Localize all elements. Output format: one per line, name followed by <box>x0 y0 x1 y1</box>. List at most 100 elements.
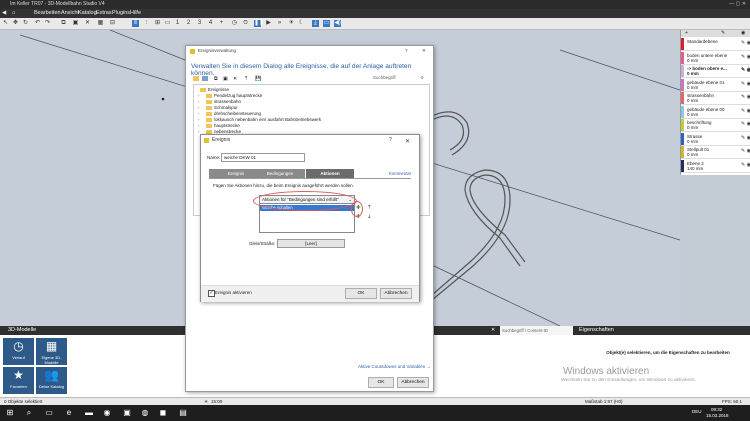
menu-ansicht[interactable]: Ansicht <box>61 9 79 18</box>
menu-hilfe[interactable]: Hilfe <box>130 9 141 18</box>
tile-favoriten[interactable]: ★ Favoriten <box>3 367 34 394</box>
home-icon[interactable]: ⌂ <box>12 9 15 18</box>
layer-row[interactable]: Standardebene ✎ ◉ <box>681 38 750 51</box>
stopwatch-icon[interactable]: ⏲ <box>242 20 249 27</box>
rotate-icon[interactable]: ↻ <box>22 20 29 27</box>
cursor-icon[interactable]: ↖ <box>2 20 9 27</box>
menu-bearbeiten[interactable]: Bearbeiten <box>34 9 61 18</box>
layer-row[interactable]: boden untere ebene 0 mm ✎ ◉ <box>681 51 750 65</box>
close-icon[interactable]: ✕ <box>422 46 426 56</box>
camera-add[interactable]: + <box>218 20 225 27</box>
layer-row[interactable]: Ebene 2 140 mm ✎ ◉ <box>681 159 750 173</box>
layer-row[interactable]: Stellpult 01 0 mm ✎ ◉ <box>681 146 750 159</box>
view-split-icon[interactable]: ⫶ <box>143 20 150 27</box>
pin-icon[interactable]: ✎ ◉ <box>741 135 750 141</box>
delete-icon[interactable]: ✕ <box>84 20 91 27</box>
cancel-button[interactable]: Abbrechen <box>380 288 412 299</box>
view-3d-icon[interactable]: ⫴ <box>132 20 139 27</box>
screen-icon[interactable]: ▭ <box>323 20 330 27</box>
fast-forward-icon[interactable]: » <box>276 20 283 27</box>
clock[interactable]: 09:32 <box>711 407 722 412</box>
sun-icon[interactable]: ☀ <box>288 20 295 27</box>
download-icon[interactable]: ⤓ <box>312 20 319 27</box>
language-indicator[interactable]: DEU <box>692 409 702 414</box>
copy-icon[interactable]: ⧉ <box>60 20 67 27</box>
search-icon[interactable]: ⌕ <box>421 75 424 81</box>
visibility-icon[interactable]: ◉ <box>741 30 745 36</box>
camera-1[interactable]: 1 <box>174 20 181 27</box>
sound-icon[interactable]: ◀) <box>334 20 341 27</box>
layer-row[interactable]: beschriftung 0 mm ✎ ◉ <box>681 119 750 132</box>
pin-icon[interactable]: ✎ ◉ <box>741 108 750 114</box>
windows-start-icon[interactable]: ⊞ <box>5 408 15 418</box>
layer-row[interactable]: strassenbahn 0 mm ✎ ◉ <box>681 92 750 105</box>
clock-icon[interactable]: ◷ <box>231 20 238 27</box>
delete-icon[interactable]: ✕ <box>233 76 237 82</box>
play-icon[interactable]: ▶ <box>265 20 272 27</box>
view-quad-icon[interactable]: ⊞ <box>154 20 161 27</box>
pin-icon[interactable]: ✎ ◉ <box>741 162 750 168</box>
edit-icon[interactable]: ✎ <box>721 30 725 36</box>
cancel-button[interactable]: Abbrechen <box>397 377 429 388</box>
pause-icon[interactable]: ❚❚ <box>254 20 264 27</box>
task-view-icon[interactable]: ▭ <box>44 408 54 418</box>
paste-icon[interactable]: ▣ <box>72 20 79 27</box>
new-folder-icon[interactable] <box>193 76 199 81</box>
copy-icon[interactable]: ⧉ <box>214 76 218 82</box>
import-icon[interactable]: ⤒ <box>245 76 247 82</box>
street-field[interactable]: [Leer] <box>277 239 345 248</box>
pin-icon[interactable]: ✎ ◉ <box>741 81 750 87</box>
catalog-search-input[interactable]: Suchbegriff / Content-ID <box>500 326 573 335</box>
close-icon[interactable]: ✕ <box>405 137 410 148</box>
view-single-icon[interactable]: ▭ <box>164 20 171 27</box>
comment-link[interactable]: Kommentar <box>389 171 411 176</box>
help-button[interactable]: ? <box>389 135 392 146</box>
ok-button[interactable]: OK <box>345 288 377 299</box>
tile-katalog[interactable]: 👥 Deine Katalog <box>36 367 67 394</box>
redo-icon[interactable]: ↷ <box>44 20 51 27</box>
close-icon[interactable]: ✕ <box>491 326 495 335</box>
grid-icon[interactable]: ▦ <box>97 20 104 27</box>
measure-icon[interactable]: ⊟ <box>109 20 116 27</box>
search-icon[interactable]: ⌕ <box>24 408 34 418</box>
tab-aktionen[interactable]: Aktionen <box>306 169 354 178</box>
camera-3[interactable]: 3 <box>196 20 203 27</box>
layer-row[interactable]: -> boden obere e... 0 mm ✎ ◉ <box>681 65 750 78</box>
explorer-icon[interactable]: ▬ <box>84 408 94 418</box>
edge-icon[interactable]: e <box>64 408 74 418</box>
move-down-icon[interactable]: ⇣ <box>367 214 372 220</box>
layer-row[interactable]: gebäude ebene 00 0 mm ✎ ◉ <box>681 105 750 119</box>
back-icon[interactable]: ◀ <box>2 9 6 18</box>
pin-icon[interactable]: ✎ ◉ <box>741 54 750 60</box>
window-controls[interactable]: — ▢ ✕ <box>729 0 746 9</box>
paste-icon[interactable]: ▣ <box>223 76 228 82</box>
menu-extras[interactable]: Extras <box>96 9 112 18</box>
tile-eigene-modelle[interactable]: ▦ Eigene 3D-Modelle <box>36 338 67 365</box>
menu-plugins[interactable]: Plugins <box>112 9 130 18</box>
modellbahn-app-icon[interactable]: ▤ <box>178 408 188 418</box>
pin-icon[interactable]: ✎ ◉ <box>741 149 750 154</box>
activate-checkbox[interactable]: ✓ <box>208 290 215 297</box>
name-field[interactable]: weiche DKW 01 <box>221 153 305 162</box>
add-layer-icon[interactable]: + <box>685 30 688 36</box>
help-button[interactable]: ? <box>405 46 408 56</box>
countdowns-link[interactable]: Aktive Countdowns und Variablen → <box>358 364 431 369</box>
move-icon[interactable]: ✥ <box>12 20 19 27</box>
tab-bedingungen[interactable]: Bedingungen <box>255 169 305 178</box>
ok-button[interactable]: OK <box>368 377 394 388</box>
tile-verlauf[interactable]: ◷ Verlauf <box>3 338 34 365</box>
firefox-icon[interactable]: ◍ <box>140 408 150 418</box>
search-input[interactable]: Suchbegriff <box>373 75 396 80</box>
app-icon[interactable]: ◼ <box>158 408 168 418</box>
pin-icon[interactable]: ✎ ◉ <box>741 95 750 100</box>
camera-2[interactable]: 2 <box>185 20 192 27</box>
undo-icon[interactable]: ↶ <box>34 20 41 27</box>
pin-icon[interactable]: ✎ ◉ <box>741 122 750 127</box>
move-up-icon[interactable]: ⇡ <box>367 205 372 211</box>
app-icon[interactable]: ▣ <box>122 408 132 418</box>
menu-katalog[interactable]: Katalog <box>78 9 97 18</box>
pin-icon[interactable]: ✎ ◉ <box>741 41 750 46</box>
date[interactable]: 15.03.2018 <box>706 413 729 418</box>
moon-icon[interactable]: ☾ <box>298 20 305 27</box>
pin-icon[interactable]: ✎ ◉ <box>741 68 750 73</box>
